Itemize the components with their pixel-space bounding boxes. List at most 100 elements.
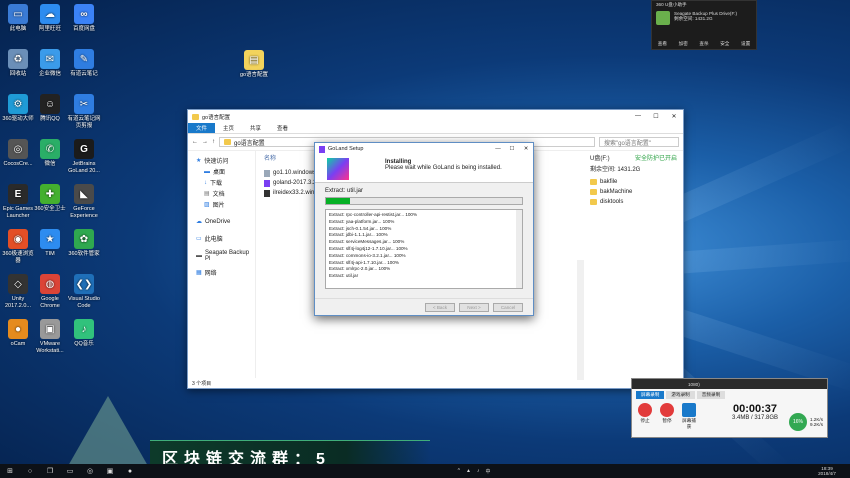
ime-icon[interactable]: 中 bbox=[485, 468, 490, 475]
widget-action[interactable]: 加密 bbox=[679, 41, 688, 47]
desktop-icon[interactable]: ▭ 此电脑 bbox=[0, 4, 36, 33]
prism-decoration bbox=[68, 396, 148, 466]
app-icon: G bbox=[74, 139, 94, 159]
drive-folder[interactable]: bakfile bbox=[584, 177, 683, 187]
widget-action[interactable]: 设置 bbox=[741, 41, 750, 47]
back-arrow-icon[interactable]: ← bbox=[192, 139, 198, 145]
widget-action[interactable]: 查看 bbox=[658, 41, 667, 47]
task-view-icon[interactable]: ○ bbox=[20, 468, 40, 475]
desktop-icon[interactable]: ◎ CocosCre... bbox=[0, 139, 36, 168]
scrollbar[interactable] bbox=[577, 260, 584, 380]
tab-game-record[interactable]: 游戏录制 bbox=[666, 391, 695, 399]
desktop-icon[interactable]: ♻ 回收站 bbox=[0, 49, 36, 78]
desktop-icon[interactable]: ▣ VMware Workstati... bbox=[32, 319, 68, 355]
tab-screen-record[interactable]: 屏幕录制 bbox=[636, 391, 665, 399]
close-button[interactable]: ✕ bbox=[519, 146, 533, 152]
nav-quick-access[interactable]: ★ 快速访问 bbox=[188, 155, 255, 166]
log-scrollbar[interactable] bbox=[516, 210, 522, 288]
desktop-icon[interactable]: ∞ 百度网盘 bbox=[66, 4, 102, 33]
stop-button[interactable]: 停止 bbox=[636, 403, 654, 430]
folder-icon bbox=[590, 179, 597, 185]
log-line: Extract: util.jar bbox=[329, 273, 359, 279]
nav-downloads[interactable]: ↓ 下载 bbox=[188, 177, 255, 188]
minimize-button[interactable]: — bbox=[491, 146, 505, 152]
widget-action[interactable]: 安全 bbox=[720, 41, 729, 47]
desktop-folder-go-config[interactable]: ▤ go语言配置 bbox=[234, 50, 274, 79]
minimize-button[interactable]: — bbox=[629, 113, 647, 120]
nav-this-pc[interactable]: ▭ 此电脑 bbox=[188, 233, 255, 244]
explorer-taskbar-icon[interactable]: ▭ bbox=[60, 467, 80, 475]
start-button[interactable]: ⊞ bbox=[0, 467, 20, 475]
nav-pictures[interactable]: ▨ 图片 bbox=[188, 199, 255, 210]
nav-onedrive[interactable]: ☁ OneDrive bbox=[188, 216, 255, 227]
desktop-icon[interactable]: ◣ GeForce Experience bbox=[66, 184, 102, 220]
app-icon: ◎ bbox=[8, 139, 28, 159]
install-log[interactable]: Extract: rpc-controller-api-restist.jar.… bbox=[325, 209, 523, 289]
desktop-icon[interactable]: ◍ Google Chrome bbox=[32, 274, 68, 310]
nav-documents[interactable]: ▤ 文档 bbox=[188, 188, 255, 199]
desktop-icon[interactable]: ✆ 微信 bbox=[32, 139, 68, 168]
capture-button[interactable]: 屏幕捕获 bbox=[680, 403, 698, 430]
close-button[interactable]: ✕ bbox=[665, 113, 683, 120]
cancel-button[interactable]: Cancel bbox=[493, 303, 523, 312]
desktop-icon[interactable]: ♪ QQ音乐 bbox=[66, 319, 102, 348]
desktop-icon[interactable]: ✉ 企业微信 bbox=[32, 49, 68, 78]
forward-arrow-icon[interactable]: → bbox=[202, 139, 208, 145]
taskview-icon[interactable]: ❐ bbox=[40, 467, 60, 475]
tab-file[interactable]: 文件 bbox=[188, 123, 216, 133]
nav-network[interactable]: ▦ 网络 bbox=[188, 267, 255, 278]
desktop-icon[interactable]: ● oCam bbox=[0, 319, 36, 348]
network-icon[interactable]: ▲ bbox=[466, 468, 471, 475]
tab-view[interactable]: 查看 bbox=[269, 124, 296, 132]
desktop-icon-label: oCam bbox=[10, 341, 26, 347]
browser-taskbar-icon[interactable]: ◎ bbox=[80, 467, 100, 475]
maximize-button[interactable]: ☐ bbox=[505, 146, 519, 152]
folder-taskbar-icon[interactable]: ▣ bbox=[100, 467, 120, 475]
drive-folder[interactable]: disktools bbox=[584, 197, 683, 207]
star-icon: ★ bbox=[196, 158, 202, 164]
setup-subheading: Please wait while GoLand is being instal… bbox=[385, 165, 502, 171]
clock[interactable]: 18:39 2018/4/7 bbox=[818, 466, 850, 477]
log-line: Extract: serviceMessages.jar... 100% bbox=[329, 239, 405, 245]
tab-audio-record[interactable]: 音频录制 bbox=[696, 391, 726, 399]
next-button[interactable]: Next > bbox=[459, 303, 489, 312]
tab-share[interactable]: 共享 bbox=[242, 124, 269, 132]
desktop-icon[interactable]: ✎ 有道云笔记 bbox=[66, 49, 102, 78]
widget-action[interactable]: 查杀 bbox=[699, 41, 708, 47]
desktop-icon[interactable]: E Epic Games Launcher bbox=[0, 184, 36, 220]
up-arrow-icon[interactable]: ↑ bbox=[212, 139, 215, 145]
nav-desktop[interactable]: ▬ 桌面 bbox=[188, 166, 255, 177]
desktop-icon[interactable]: ◇ Unity 2017.2.0... bbox=[0, 274, 36, 310]
back-button[interactable]: < Back bbox=[425, 303, 455, 312]
desktop-icon-label: 腾讯QQ bbox=[40, 116, 60, 122]
recording-size: 3.4MB / 317.8GB bbox=[732, 415, 779, 421]
device-space: 剩余空间: 1431.2G bbox=[674, 16, 713, 21]
desktop-icon: ▬ bbox=[204, 168, 210, 175]
desktop-icon[interactable]: ◉ 360极速浏览器 bbox=[0, 229, 36, 265]
search-input[interactable]: 搜索"go语言配置" bbox=[599, 137, 679, 147]
desktop-icon[interactable]: ☺ 腾讯QQ bbox=[32, 94, 68, 123]
app-icon: ◣ bbox=[74, 184, 94, 204]
desktop-icon[interactable]: ☁ 阿里旺旺 bbox=[32, 4, 68, 33]
recording-time: 00:00:37 bbox=[732, 403, 778, 415]
recorder-taskbar-icon[interactable]: ● bbox=[120, 468, 140, 475]
desktop-icon[interactable]: ⚙ 360驱动大师 bbox=[0, 94, 36, 123]
maximize-button[interactable]: ☐ bbox=[647, 113, 665, 120]
nav-seagate-drive[interactable]: ▬ Seagate Backup Pl bbox=[188, 250, 255, 262]
tab-home[interactable]: 主页 bbox=[215, 124, 242, 132]
desktop-icon[interactable]: ❮❯ Visual Studio Code bbox=[66, 274, 102, 310]
desktop-icon[interactable]: ✂ 有道云笔记网页剪报 bbox=[66, 94, 102, 130]
app-icon: ✚ bbox=[40, 184, 60, 204]
app-icon: E bbox=[8, 184, 28, 204]
drive-folder[interactable]: bakMachine bbox=[584, 187, 683, 197]
tray-icon[interactable]: ^ bbox=[458, 468, 460, 475]
pause-button[interactable]: 暂停 bbox=[658, 403, 676, 430]
desktop-icon[interactable]: G JetBrains GoLand 20... bbox=[66, 139, 102, 175]
desktop-icon[interactable]: ★ TIM bbox=[32, 229, 68, 258]
desktop-icon-label: JetBrains GoLand 20... bbox=[68, 161, 100, 174]
volume-icon[interactable]: ♪ bbox=[477, 468, 480, 475]
current-extract: Extract: util.jar bbox=[325, 188, 364, 194]
desktop-icon[interactable]: ✚ 360安全卫士 bbox=[32, 184, 68, 213]
desktop-icon[interactable]: ✿ 360软件管家 bbox=[66, 229, 102, 258]
recorder-title: 1080) bbox=[632, 379, 827, 389]
